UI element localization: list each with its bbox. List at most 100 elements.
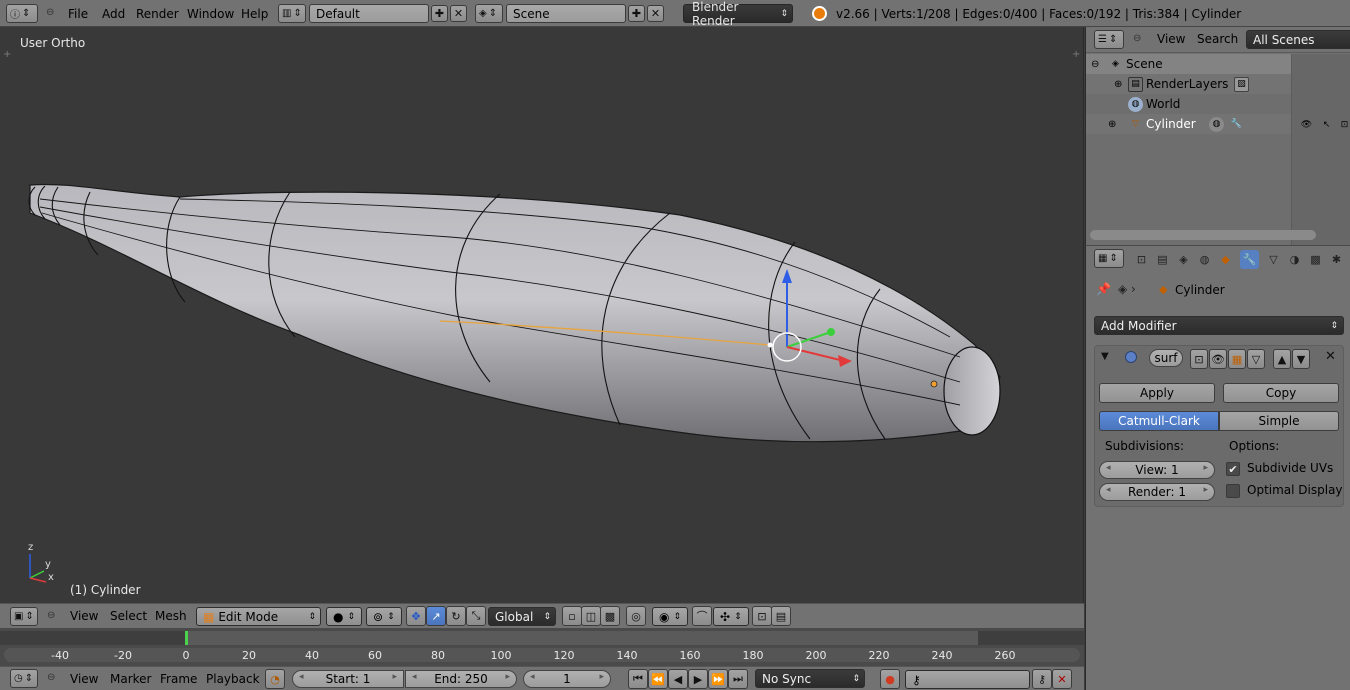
collapse-icon[interactable]: ⊖ [1091, 59, 1099, 70]
camera-icon[interactable]: ⊡ [1337, 117, 1350, 132]
collapse-menu-icon[interactable]: ⊖ [47, 610, 55, 621]
editor-type-selector[interactable]: ▦ ⇕ [1094, 249, 1124, 268]
face-select-button[interactable]: ▩ [600, 606, 620, 626]
auto-keying-button[interactable]: ● [880, 669, 900, 689]
jump-end-button[interactable]: ⏭ [728, 669, 748, 689]
keying-set-field[interactable]: ⚷ [905, 670, 1030, 689]
simple-button[interactable]: Simple [1219, 411, 1339, 431]
preview-range-button[interactable]: ◔ [265, 669, 285, 689]
viewport-shading-dropdown[interactable]: ● ⇕ [326, 607, 362, 626]
add-scene-button[interactable]: ✚ [628, 5, 645, 22]
screen-layout-selector[interactable]: ▥ ⇕ [278, 4, 306, 23]
sync-mode-dropdown[interactable]: No Sync ⇕ [755, 669, 865, 688]
screen-layout-field[interactable]: Default [309, 4, 429, 23]
info-menu-file[interactable]: File [68, 0, 88, 27]
outliner-menu-search[interactable]: Search [1197, 32, 1238, 46]
close-icon[interactable]: ✕ [1325, 349, 1336, 364]
manipulator-toggle-button[interactable]: ✥ [406, 606, 426, 626]
selected-vertex[interactable] [767, 342, 773, 348]
remove-screen-button[interactable]: ✕ [450, 5, 467, 22]
tab-render[interactable]: ⊡ [1132, 250, 1151, 269]
info-menu-help[interactable]: Help [241, 0, 268, 27]
eye-icon[interactable]: 👁 [1299, 117, 1314, 132]
view3d-menu-select[interactable]: Select [110, 604, 147, 628]
add-screen-button[interactable]: ✚ [431, 5, 448, 22]
jump-start-button[interactable]: ⏮ [628, 669, 648, 689]
timeline-menu-frame[interactable]: Frame [160, 667, 197, 690]
tab-data[interactable]: ▽ [1264, 250, 1283, 269]
info-menu-window[interactable]: Window [187, 0, 234, 27]
view3d-menu-view[interactable]: View [70, 604, 98, 628]
current-frame-field[interactable]: ◂ 1 ▸ [523, 670, 611, 688]
end-frame-field[interactable]: ◂ End: 250 ▸ [405, 670, 517, 688]
show-on-cage-toggle[interactable]: ▽ [1247, 349, 1265, 369]
3d-viewport[interactable]: User Ortho + + z y x (1) Cylinder [0, 27, 1084, 603]
outliner-tree[interactable]: ⊖ ◈ Scene ⊕ ▤ RenderLayers ▧ ◍ World ⊕ ▽… [1086, 54, 1350, 245]
transform-orientation-dropdown[interactable]: Global ⇕ [488, 607, 556, 626]
cylinder-mesh[interactable] [0, 27, 1084, 603]
tab-particles[interactable]: ✱ [1327, 250, 1346, 269]
move-up-button[interactable]: ▲ [1273, 349, 1291, 369]
scene-selector[interactable]: ◈ ⇕ [475, 4, 503, 23]
play-reverse-button[interactable]: ◀ [668, 669, 688, 689]
catmull-clark-button[interactable]: Catmull-Clark [1099, 411, 1219, 431]
tab-scene[interactable]: ◈ [1174, 250, 1193, 269]
edge-select-button[interactable]: ◫ [581, 606, 601, 626]
active-vertex[interactable] [930, 380, 938, 388]
proportional-edit-dropdown[interactable]: ◉ ⇕ [652, 607, 688, 626]
timeline[interactable]: -40 -20 0 20 40 60 80 100 120 140 160 180 200 220 240 2… [0, 628, 1084, 666]
view-levels-field[interactable]: ◂ View: 1 ▸ [1099, 461, 1215, 479]
scene-field[interactable]: Scene [506, 4, 626, 23]
render-engine-dropdown[interactable]: Blender Render ⇕ [683, 0, 793, 28]
editor-type-selector[interactable]: ◷ ⇕ [10, 669, 38, 688]
renderlayer-icon[interactable]: ▧ [1234, 76, 1249, 92]
modifier-name-field[interactable]: surf [1149, 349, 1183, 367]
collapse-menu-icon[interactable]: ⊖ [47, 672, 55, 683]
editor-type-selector[interactable]: ▣ ⇕ [10, 607, 38, 626]
timeline-cursor[interactable] [185, 631, 189, 645]
tab-texture[interactable]: ▩ [1306, 250, 1325, 269]
render-levels-field[interactable]: ◂ Render: 1 ▸ [1099, 483, 1215, 501]
apply-button[interactable]: Apply [1099, 383, 1215, 403]
outliner-item-scene[interactable]: ⊖ ◈ Scene [1086, 54, 1291, 74]
outliner-display-mode-dropdown[interactable]: All Scenes [1246, 30, 1350, 49]
timeline-menu-marker[interactable]: Marker [110, 667, 151, 690]
pivot-point-dropdown[interactable]: ⊚ ⇕ [366, 607, 402, 626]
translate-manipulator-button[interactable]: ↗ [426, 606, 446, 626]
outliner-menu-view[interactable]: View [1157, 32, 1185, 46]
cursor-icon[interactable]: ↖ [1319, 117, 1334, 132]
copy-button[interactable]: Copy [1223, 383, 1339, 403]
outliner-scrollbar[interactable] [1090, 230, 1316, 240]
expand-icon[interactable]: ⊕ [1108, 119, 1116, 130]
tab-object[interactable]: ◆ [1216, 250, 1235, 269]
play-button[interactable]: ▶ [688, 669, 708, 689]
editor-type-selector[interactable]: ☰ ⇕ [1094, 30, 1124, 49]
info-menu-render[interactable]: Render [136, 0, 179, 27]
timeline-menu-view[interactable]: View [70, 667, 98, 690]
render-opengl-button[interactable]: ⊡ [752, 606, 772, 626]
delete-keyframe-button[interactable]: ✕ [1052, 669, 1072, 689]
tab-render-layers[interactable]: ▤ [1153, 250, 1172, 269]
outliner-item-world[interactable]: ◍ World [1086, 94, 1291, 114]
view3d-menu-mesh[interactable]: Mesh [155, 604, 187, 628]
show-viewport-toggle[interactable]: 👁 [1209, 349, 1227, 369]
mode-dropdown[interactable]: ▦ Edit Mode ⇕ [196, 607, 321, 626]
render-animation-button[interactable]: ▤ [771, 606, 791, 626]
move-down-button[interactable]: ▼ [1292, 349, 1310, 369]
start-frame-field[interactable]: ◂ Start: 1 ▸ [292, 670, 404, 688]
wrench-icon[interactable]: 🔧 [1229, 117, 1244, 132]
optimal-display-checkbox[interactable] [1226, 484, 1240, 498]
tab-modifiers[interactable]: 🔧 [1240, 250, 1259, 269]
tab-world[interactable]: ◍ [1195, 250, 1214, 269]
next-keyframe-button[interactable]: ⏩ [708, 669, 728, 689]
collapse-menu-icon[interactable]: ⊖ [1133, 33, 1141, 44]
editor-type-selector[interactable]: ⓘ ⇕ [6, 4, 38, 23]
collapse-menu-icon[interactable]: ⊖ [46, 7, 54, 18]
info-menu-add[interactable]: Add [102, 0, 125, 27]
scale-manipulator-button[interactable]: ⤡ [466, 606, 486, 626]
subdivide-uvs-checkbox[interactable]: ✔ [1226, 462, 1240, 476]
mesh-data-icon[interactable]: ◍ [1209, 116, 1224, 132]
insert-keyframe-button[interactable]: ⚷ [1032, 669, 1052, 689]
vertex-select-button[interactable]: ▫ [562, 606, 582, 626]
rotate-manipulator-button[interactable]: ↻ [446, 606, 466, 626]
